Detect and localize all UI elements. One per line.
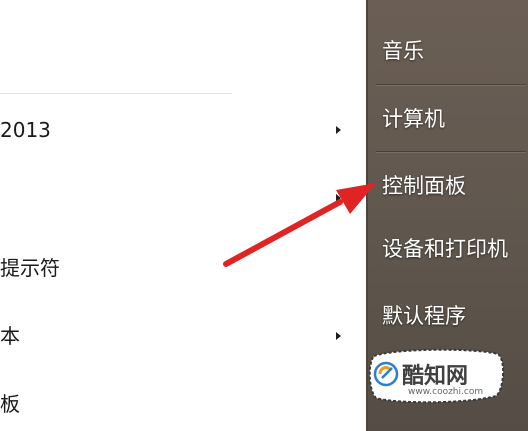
annotation-arrow-icon [223, 183, 376, 267]
